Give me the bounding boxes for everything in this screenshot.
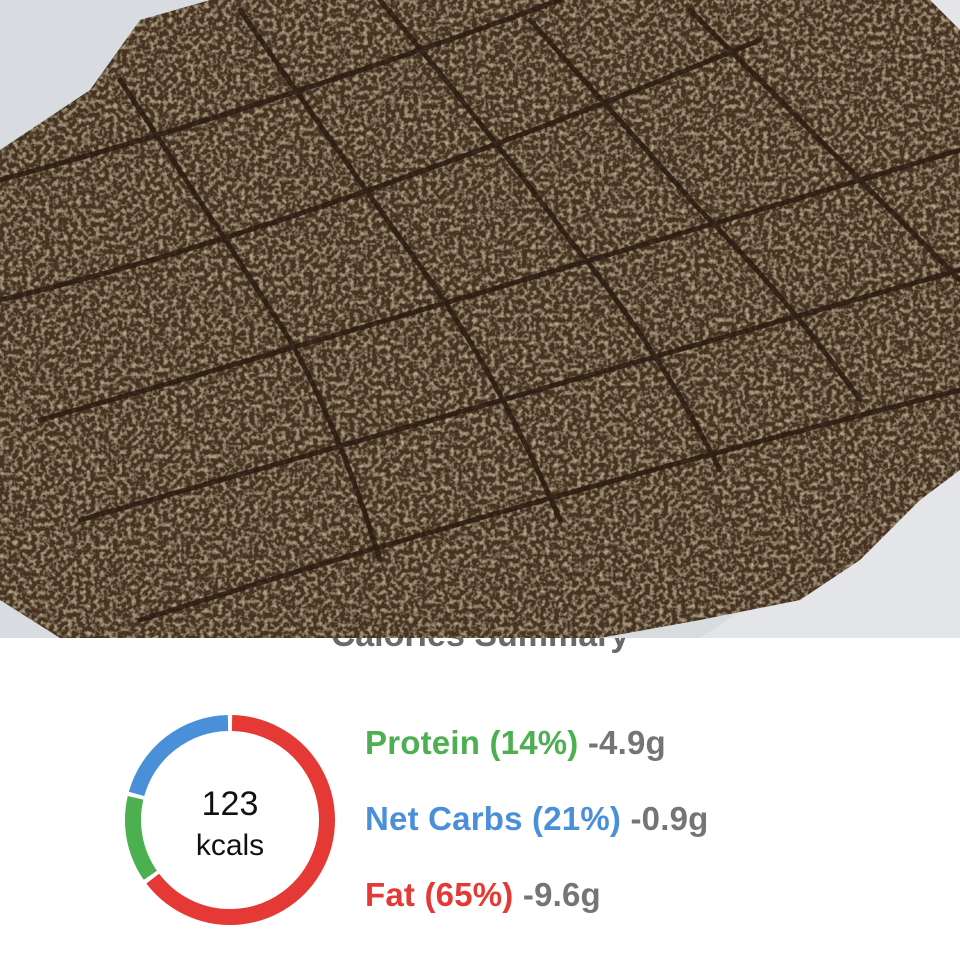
fat-amount: -9.6g — [522, 876, 601, 913]
protein-amount: -4.9g — [587, 724, 666, 761]
photo-shade — [0, 0, 960, 638]
calories-value: 123 — [202, 785, 259, 823]
donut-segment-net-carbs — [128, 715, 229, 797]
calories-summary-panel: Calories Summary 123 kcals Protein (14%)… — [0, 638, 960, 960]
macro-row-net-carbs: Net Carbs (21%) -0.9g — [365, 800, 708, 838]
macro-row-fat: Fat (65%) -9.6g — [365, 876, 601, 914]
protein-label: Protein (14%) — [365, 724, 579, 761]
net-carbs-label: Net Carbs (21%) — [365, 800, 622, 837]
net-carbs-amount: -0.9g — [630, 800, 709, 837]
donut-segment-protein — [125, 796, 158, 880]
macro-row-protein: Protein (14%) -4.9g — [365, 724, 666, 762]
calories-unit: kcals — [196, 829, 264, 862]
summary-heading: Calories Summary — [0, 638, 960, 655]
macro-donut-chart: 123 kcals — [125, 715, 335, 925]
fat-label: Fat (65%) — [365, 876, 514, 913]
seed-crackers-photo — [0, 0, 960, 638]
